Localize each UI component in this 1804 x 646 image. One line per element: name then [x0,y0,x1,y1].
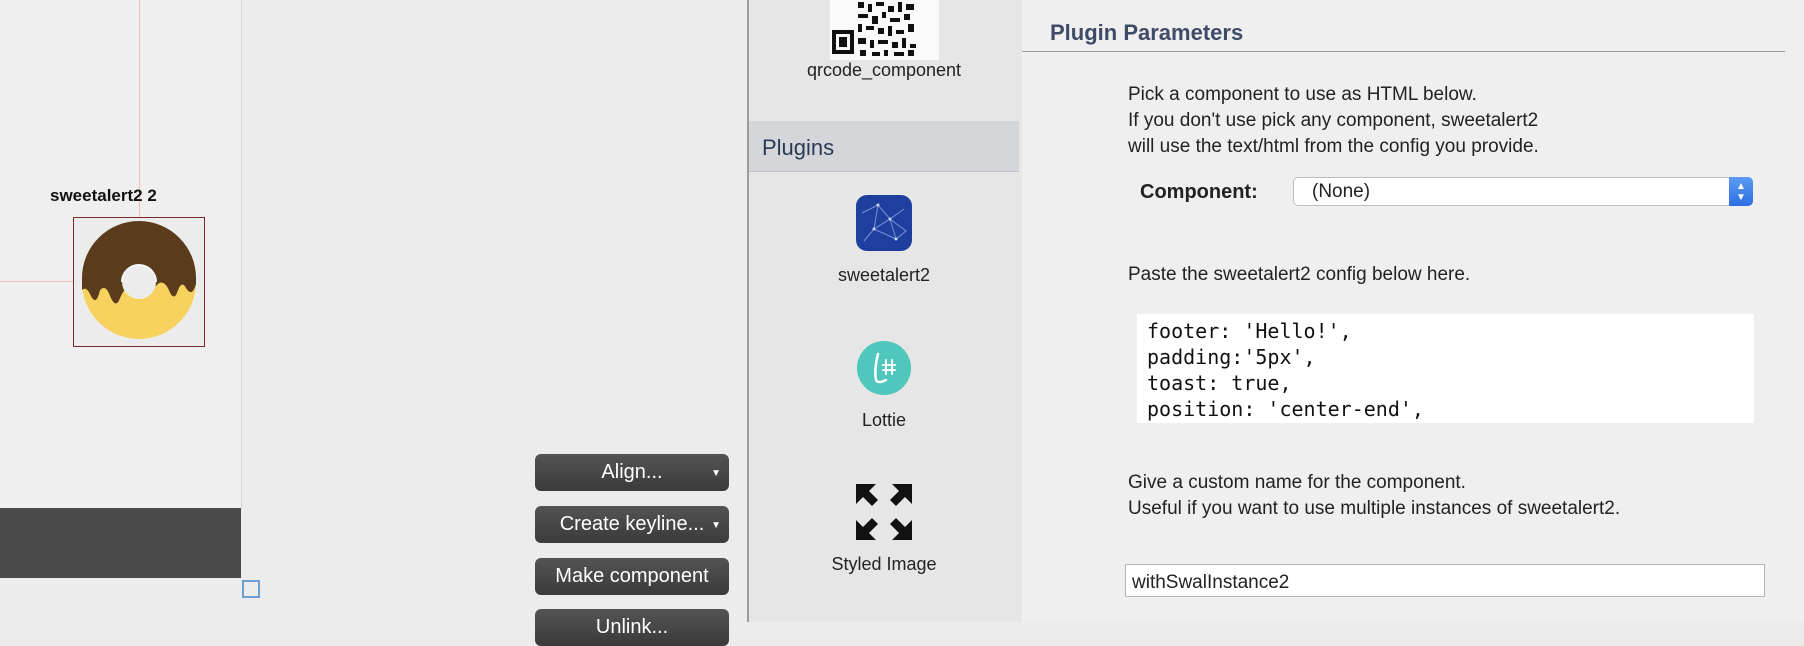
config-line: toast: true, [1147,371,1292,395]
lottie-icon [856,340,912,396]
plugin-item-styled-image[interactable]: Styled Image [747,484,1021,575]
config-textarea[interactable]: footer: 'Hello!', padding:'5px', toast: … [1137,314,1754,423]
align-button-label: Align... [601,461,663,483]
component-name-label: sweetalert2 2 [50,186,157,205]
canvas-bottom-bar [0,508,241,578]
sweetalert2-icon [856,195,912,251]
make-component-button-label: Make component [555,565,709,587]
panel-title: Plugin Parameters [1050,20,1244,45]
component-field-label: Component: [1140,181,1258,203]
qrcode-icon [830,0,939,60]
qrcode-thumbnail[interactable] [830,0,939,60]
component-select[interactable]: (None) ▲ ▼ [1293,177,1753,206]
expand-arrows-icon [856,484,912,540]
create-keyline-button-label: Create keyline... [559,513,705,535]
plugin-label: Styled Image [831,554,937,574]
config-line: position: 'center-end', [1147,397,1424,421]
plugins-section-header: Plugins [749,121,1019,172]
plugins-header-label: Plugins [762,135,835,160]
unlink-button[interactable]: Unlink... [535,609,729,646]
title-divider [1022,51,1785,52]
config-line: footer: 'Hello!', [1147,319,1352,343]
donut-icon [82,221,206,339]
intro-text-line: Pick a component to use as HTML below. [1128,84,1477,105]
qrcode-component-label[interactable]: qrcode_component [747,60,1021,81]
resize-handle[interactable] [242,580,260,598]
intro-text-line: will use the text/html from the config y… [1128,136,1539,157]
intro-text-line: If you don't use pick any component, swe… [1128,110,1539,131]
sweetalert2-component-instance[interactable] [73,217,206,347]
component-name-input[interactable] [1125,564,1765,597]
plugin-label: sweetalert2 [837,265,931,285]
plugin-item-sweetalert2[interactable]: sweetalert2 [747,195,1021,286]
unlink-button-label: Unlink... [595,616,669,638]
config-line: padding:'5px', [1147,345,1316,369]
custom-name-text-line: Give a custom name for the component. [1128,472,1466,493]
select-stepper-icon: ▲ ▼ [1729,177,1753,206]
plugin-item-lottie[interactable]: Lottie [747,340,1021,431]
component-select-value: (None) [1312,181,1371,202]
make-component-button[interactable]: Make component [535,558,729,595]
align-button[interactable]: Align... ▼ [535,454,729,491]
config-instruction-text: Paste the sweetalert2 config below here. [1128,264,1471,285]
dropdown-arrow-icon: ▼ [711,468,721,479]
horizontal-guide-line [0,281,74,282]
custom-name-text-line: Useful if you want to use multiple insta… [1128,498,1621,519]
create-keyline-button[interactable]: Create keyline... ▼ [535,506,729,543]
dropdown-arrow-icon: ▼ [711,520,721,531]
plugin-label: Lottie [861,410,907,430]
